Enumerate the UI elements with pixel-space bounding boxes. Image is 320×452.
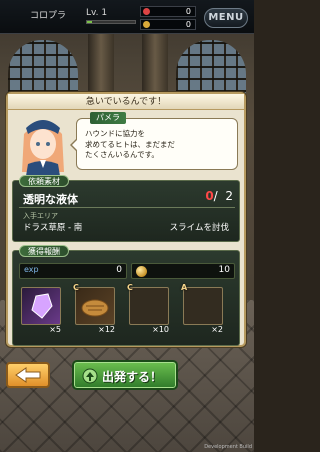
depart-button[interactable]: 出発する！ [72,360,178,390]
gold-reward: 10 [131,263,235,279]
coin-icon [143,21,150,28]
currency-2-display: 0 [140,19,196,30]
reward-items: ×5 C ×12 C ×10 A ×2 [19,283,235,343]
dev-build-label: Development Build [204,444,252,450]
item-qty: ×12 [98,325,115,334]
area-action: スライムを討伐 [169,223,229,233]
request-section-label: 依頼素材 [19,175,69,187]
request-have-count: 0 [205,189,214,203]
item-qty: ×2 [211,325,223,334]
speech-text: ハウンドに協力を 求めてるヒトは、まだまだ たくさんいるんです。 [85,129,175,159]
currency-2-value: 0 [185,20,191,29]
item-rank: A [181,283,188,292]
item-rank: C [127,283,133,292]
back-button[interactable] [6,362,50,388]
currency-1-display: 0 [140,6,196,17]
npc-name-tag: パメラ [90,112,126,124]
reward-item[interactable]: A ×2 [181,283,223,339]
exp-reward: exp 0 [19,263,127,279]
divider [19,207,235,208]
reward-item[interactable]: C ×10 [127,283,169,339]
player-level: Lv. 1 [86,8,108,18]
exp-label: exp [24,265,39,274]
menu-button[interactable]: MENU [204,8,248,28]
request-item-name: 透明な液体 [23,193,78,206]
rewards-section: 獲得報酬 exp 0 10 ×5 C ×12 C ×10 A ×2 [12,245,240,346]
top-status-bar: コロプラ Lv. 1 0 0 MENU [0,0,254,34]
gold-value: 10 [218,265,230,275]
reward-item[interactable]: C ×12 [73,283,115,339]
reward-item[interactable]: ×5 [21,283,61,339]
area-label: 入手エリア [23,212,58,220]
area-value: ドラス草原 - 南 [23,223,83,233]
item-qty: ×5 [49,325,61,334]
request-materials-section: 依頼素材 透明な液体 0/ 2 入手エリア ドラス草原 - 南 スライムを討伐 [12,175,240,242]
npc-portrait [22,120,64,176]
gem-icon [143,8,150,15]
player-name: コロプラ [30,11,67,21]
xp-bar-fill [87,21,92,23]
coin-icon [136,266,147,277]
speech-bubble: ハウンドに協力を 求めてるヒトは、まだまだ たくさんいるんです。 [70,118,238,170]
xp-bar [86,20,136,24]
panel-title: 急いでいるんです！ [8,94,244,110]
depart-button-label: 出発する！ [102,370,163,384]
depart-icon [82,368,98,384]
request-need-count: 2 [225,189,233,203]
item-rank: C [73,283,79,292]
item-rank [19,283,28,293]
rewards-section-label: 獲得報酬 [19,245,69,257]
back-arrow-icon [15,367,41,383]
request-count-separator: / [213,189,218,203]
currency-1-value: 0 [185,7,191,16]
quest-panel: 急いでいるんです！ パメラ ハウンドに協力を 求めてるヒトは、まだまだ たくさん… [6,92,246,347]
item-qty: ×10 [152,325,169,334]
request-item-count: 0/ 2 [205,189,233,203]
exp-value: 0 [116,265,122,275]
